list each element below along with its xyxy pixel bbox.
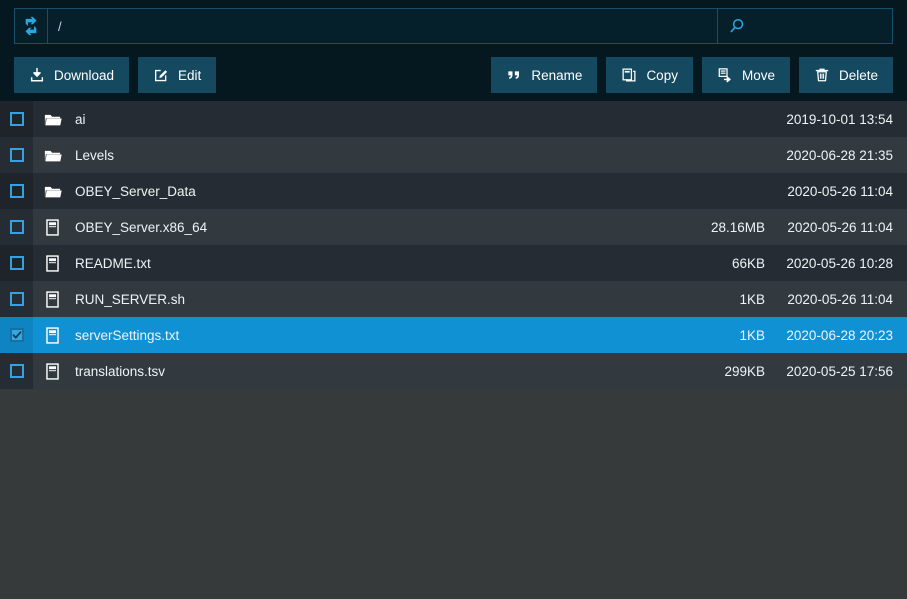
toolbar-right-group: Rename Copy Move Delete	[491, 57, 893, 93]
table-row[interactable]: Levels 2020-06-28 21:35	[0, 137, 907, 173]
file-modified-date: 2020-05-26 11:04	[787, 291, 893, 307]
file-name[interactable]: RUN_SERVER.sh	[71, 281, 655, 317]
file-modified-date: 2020-06-28 21:35	[786, 147, 893, 163]
row-select-cell[interactable]	[0, 317, 33, 353]
folder-icon	[33, 173, 71, 209]
row-select-cell[interactable]	[0, 173, 33, 209]
download-button-label: Download	[54, 67, 115, 83]
row-checkbox[interactable]	[9, 292, 24, 306]
table-row[interactable]: OBEY_Server_Data 2020-05-26 11:04	[0, 173, 907, 209]
file-modified-date: 2019-10-01 13:54	[786, 111, 893, 127]
rename-button[interactable]: Rename	[491, 57, 598, 93]
row-checkbox[interactable]	[9, 256, 24, 270]
file-name[interactable]: README.txt	[71, 245, 655, 281]
file-list: ai 2019-10-01 13:54 Levels 2020-06-28 21:35…	[0, 101, 907, 599]
file-name[interactable]: translations.tsv	[71, 353, 655, 389]
row-select-cell[interactable]	[0, 209, 33, 245]
file-modified-date: 2020-05-25 17:56	[786, 363, 893, 379]
file-icon	[33, 353, 71, 389]
row-checkbox[interactable]	[9, 148, 24, 162]
file-modified-date: 2020-05-26 10:28	[786, 255, 893, 271]
search-input[interactable]	[752, 18, 907, 34]
copy-files-icon	[621, 67, 637, 83]
row-checkbox[interactable]	[9, 184, 24, 198]
table-row[interactable]: README.txt 66KB 2020-05-26 10:28	[0, 245, 907, 281]
file-name[interactable]: Levels	[71, 137, 655, 173]
file-icon	[33, 317, 71, 353]
action-toolbar: Download Edit Rename Copy Move Delete	[14, 57, 893, 93]
move-button-label: Move	[741, 67, 775, 83]
search-icon	[727, 17, 746, 36]
search-box[interactable]	[717, 9, 907, 43]
toolbar-left-group: Download Edit	[14, 57, 217, 93]
download-button[interactable]: Download	[14, 57, 130, 93]
folder-icon	[33, 137, 71, 173]
row-select-cell[interactable]	[0, 245, 33, 281]
edit-pencil-icon	[153, 67, 169, 83]
file-size	[655, 101, 775, 137]
file-icon	[33, 281, 71, 317]
download-icon	[29, 67, 45, 83]
trash-can-icon	[814, 67, 830, 83]
file-modified-date: 2020-05-26 11:04	[787, 219, 893, 235]
quote-icon	[506, 67, 522, 83]
file-size: 1KB	[739, 291, 765, 307]
file-modified-date: 2020-05-26 11:04	[787, 183, 893, 199]
file-name[interactable]: serverSettings.txt	[71, 317, 655, 353]
edit-button[interactable]: Edit	[138, 57, 217, 93]
file-name[interactable]: OBEY_Server_Data	[71, 173, 655, 209]
file-size: 28.16MB	[710, 219, 765, 235]
path-bar: /	[14, 8, 907, 44]
table-row[interactable]: translations.tsv 299KB 2020-05-25 17:56	[0, 353, 907, 389]
delete-button[interactable]: Delete	[798, 57, 893, 93]
refresh-sync-icon[interactable]	[15, 9, 48, 43]
table-row[interactable]: OBEY_Server.x86_64 28.16MB 2020-05-26 11:0…	[0, 209, 907, 245]
row-checkbox[interactable]	[9, 328, 24, 342]
copy-button-label: Copy	[646, 67, 678, 83]
row-select-cell[interactable]	[0, 101, 33, 137]
file-modified-date: 2020-06-28 20:23	[786, 327, 893, 343]
header-bar: / Download Edit Rename Copy Move Delete	[0, 0, 907, 101]
rename-button-label: Rename	[531, 67, 583, 83]
file-icon	[33, 245, 71, 281]
table-row[interactable]: serverSettings.txt 1KB 2020-06-28 20:23	[0, 317, 907, 353]
file-size	[655, 137, 775, 173]
row-select-cell[interactable]	[0, 137, 33, 173]
row-select-cell[interactable]	[0, 281, 33, 317]
row-select-cell[interactable]	[0, 353, 33, 389]
table-row[interactable]: RUN_SERVER.sh 1KB 2020-05-26 11:04	[0, 281, 907, 317]
file-name[interactable]: ai	[71, 101, 655, 137]
folder-icon	[33, 101, 71, 137]
copy-button[interactable]: Copy	[606, 57, 693, 93]
row-checkbox[interactable]	[9, 364, 24, 378]
file-size: 1KB	[739, 327, 765, 343]
edit-button-label: Edit	[178, 67, 202, 83]
table-row[interactable]: ai 2019-10-01 13:54	[0, 101, 907, 137]
file-size	[655, 173, 775, 209]
move-button[interactable]: Move	[701, 57, 790, 93]
file-size: 299KB	[724, 363, 765, 379]
row-checkbox[interactable]	[9, 112, 24, 126]
delete-button-label: Delete	[838, 67, 878, 83]
move-file-arrow-icon	[717, 67, 733, 83]
file-name[interactable]: OBEY_Server.x86_64	[71, 209, 655, 245]
row-checkbox[interactable]	[9, 220, 24, 234]
path-input[interactable]: /	[48, 9, 717, 43]
file-size: 66KB	[731, 255, 765, 271]
file-icon	[33, 209, 71, 245]
